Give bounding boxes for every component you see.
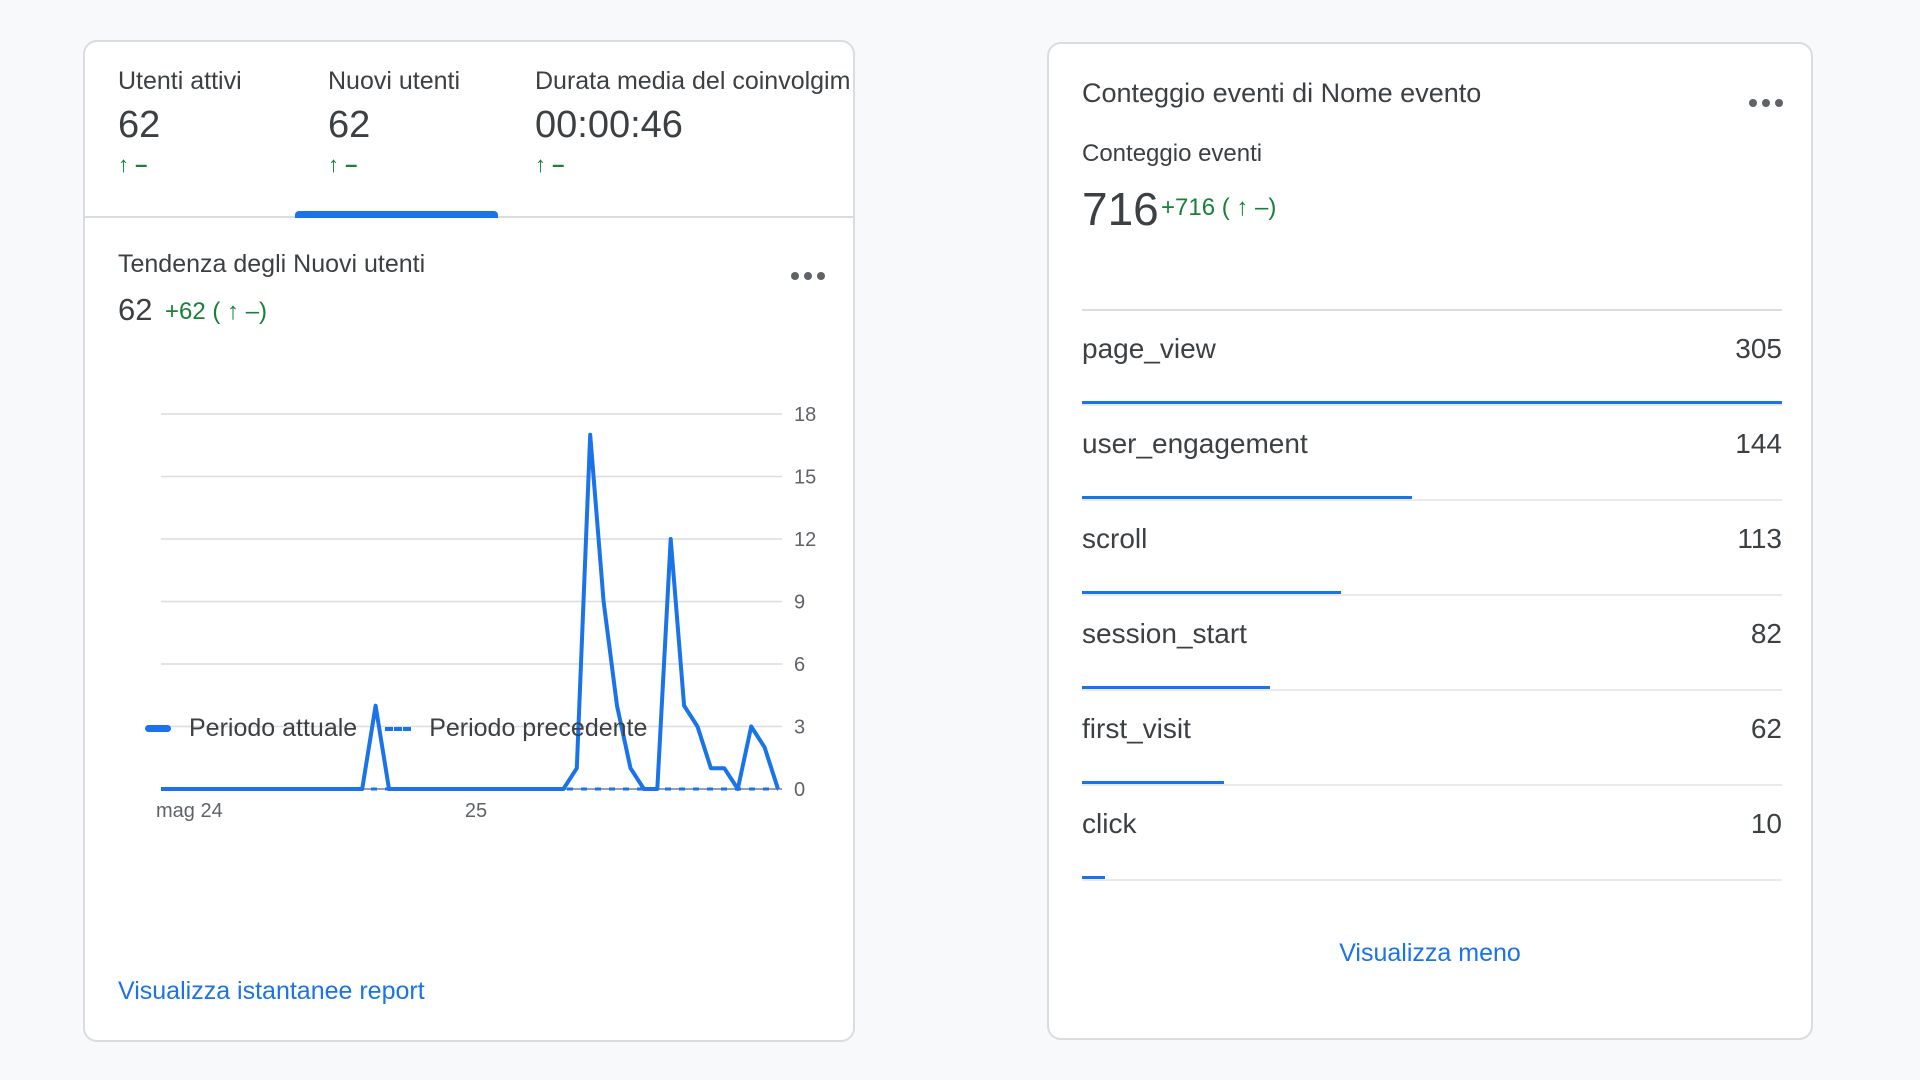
tab-delta: ↑ – (328, 152, 358, 177)
legend-solid-swatch (145, 725, 171, 732)
event-name: scroll (1082, 523, 1148, 554)
tab-durata-media[interactable]: Durata media del coinvolgim 00:00:46 ↑ – (535, 42, 853, 216)
y-tick-label: 15 (794, 467, 816, 489)
event-name: page_view (1082, 333, 1216, 364)
trend-title: Tendenza degli Nuovi utenti (118, 250, 426, 278)
tab-utenti-attivi[interactable]: Utenti attivi 62 ↑ – (118, 42, 298, 216)
tab-value: 62 (118, 104, 161, 146)
trend-chart: 0 3 6 9 12 15 18 mag 24 25 (156, 404, 816, 822)
event-count: 144 (1735, 428, 1782, 459)
event-bar (1082, 781, 1225, 784)
tab-value: 00:00:46 (535, 104, 683, 146)
event-count: 82 (1750, 618, 1782, 649)
event-row[interactable]: page_view 305 (1082, 311, 1782, 406)
view-less-link[interactable]: Visualizza meno (1049, 939, 1811, 968)
y-tick-label: 9 (794, 592, 805, 614)
event-name: first_visit (1082, 713, 1191, 744)
event-name: session_start (1082, 618, 1247, 649)
tab-label: Utenti attivi (118, 67, 242, 95)
event-bar (1082, 591, 1342, 594)
y-tick-label: 6 (794, 654, 805, 676)
events-delta: +716 ( ↑ –) (1161, 194, 1277, 221)
y-tick-label: 3 (794, 717, 805, 739)
event-bar (1082, 401, 1782, 404)
x-tick-label: 25 (465, 800, 487, 822)
legend-dashed-swatch (385, 726, 412, 731)
active-tab-indicator (295, 211, 498, 218)
y-tick-label: 0 (794, 779, 805, 801)
more-options-icon[interactable] (1749, 99, 1783, 107)
events-card: Conteggio eventi di Nome evento Conteggi… (1047, 42, 1813, 1040)
events-total: 716 (1082, 183, 1159, 235)
events-title: Conteggio eventi di Nome evento (1082, 78, 1482, 108)
events-subtitle: Conteggio eventi (1082, 140, 1263, 167)
event-row[interactable]: first_visit 62 (1082, 691, 1782, 786)
tab-nuovi-utenti[interactable]: Nuovi utenti 62 ↑ – (295, 42, 498, 218)
tab-delta: ↑ – (118, 152, 148, 177)
chart-legend: Periodo attuale Periodo precedente (145, 714, 647, 743)
trend-value: 62 (118, 292, 153, 327)
tab-label: Nuovi utenti (328, 67, 461, 95)
legend-current: Periodo attuale (189, 714, 358, 742)
trend-delta: +62 ( ↑ –) (165, 298, 268, 325)
users-card: Utenti attivi 62 ↑ – Nuovi utenti 62 ↑ –… (83, 40, 855, 1042)
more-options-icon[interactable] (791, 272, 825, 280)
event-name: click (1082, 808, 1137, 839)
event-row[interactable]: user_engagement 144 (1082, 406, 1782, 501)
event-bar (1082, 496, 1413, 499)
event-row[interactable]: click 10 (1082, 786, 1782, 881)
metric-tabs: Utenti attivi 62 ↑ – Nuovi utenti 62 ↑ –… (85, 42, 853, 218)
event-name: user_engagement (1082, 428, 1308, 459)
legend-previous: Periodo precedente (429, 714, 648, 742)
event-bar (1082, 876, 1105, 879)
tab-label: Durata media del coinvolgim (535, 67, 851, 95)
event-count: 305 (1735, 333, 1782, 364)
tab-delta: ↑ – (535, 152, 565, 177)
event-row[interactable]: session_start 82 (1082, 596, 1782, 691)
y-tick-label: 18 (794, 404, 816, 426)
event-bar (1082, 686, 1271, 689)
event-count: 10 (1750, 808, 1782, 839)
event-row[interactable]: scroll 113 (1082, 501, 1782, 596)
tab-value: 62 (328, 104, 371, 146)
events-list: page_view 305 user_engagement 144 scroll… (1082, 309, 1782, 881)
y-tick-label: 12 (794, 529, 816, 551)
event-count: 62 (1750, 713, 1782, 744)
event-count: 113 (1737, 523, 1782, 554)
x-tick-label: mag 24 (156, 800, 223, 822)
view-snapshot-link[interactable]: Visualizza istantanee report (118, 977, 425, 1006)
